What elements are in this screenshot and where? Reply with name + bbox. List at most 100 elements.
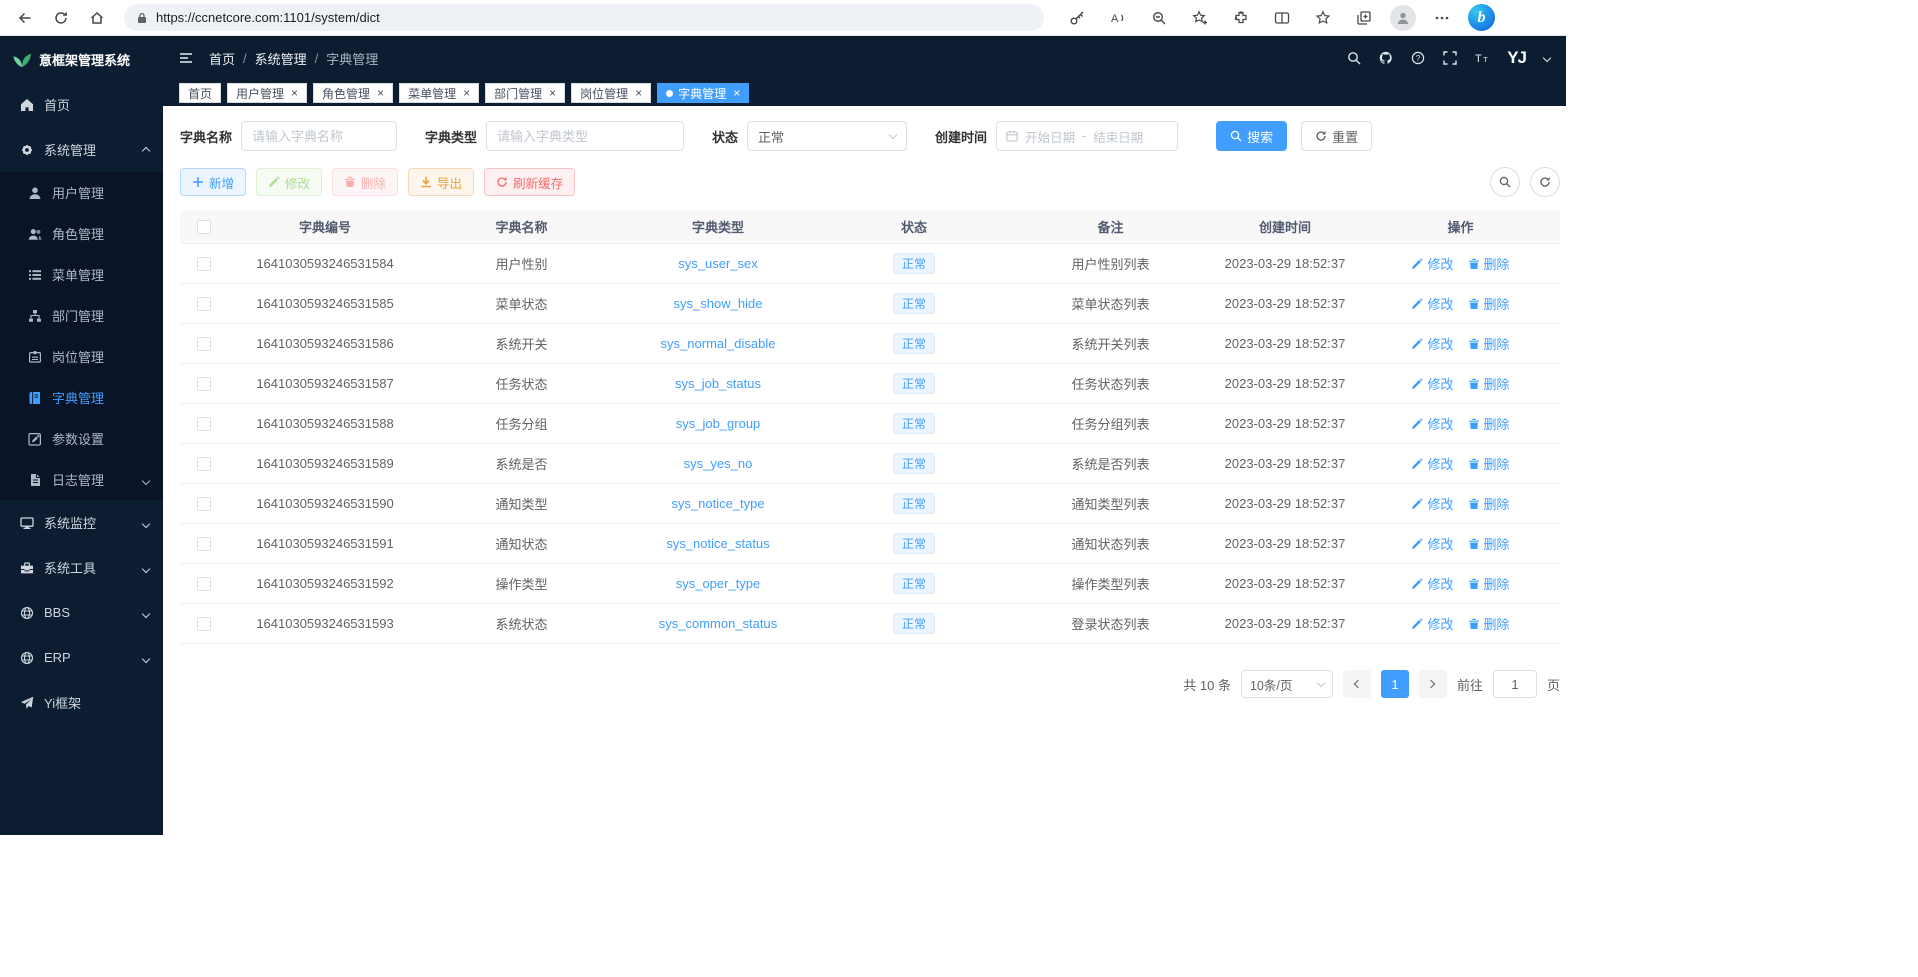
delete-row-button[interactable]: 删除: [1468, 294, 1510, 313]
edit-row-button[interactable]: 修改: [1411, 454, 1453, 473]
edit-row-button[interactable]: 修改: [1411, 294, 1453, 313]
tab-close-icon[interactable]: ×: [635, 87, 642, 99]
tab[interactable]: 角色管理 ×: [313, 83, 393, 103]
row-checkbox[interactable]: [197, 417, 211, 431]
edit-button[interactable]: 修改: [256, 168, 322, 196]
row-checkbox[interactable]: [197, 497, 211, 511]
refresh-cache-button[interactable]: 刷新缓存: [484, 168, 575, 196]
select-all-checkbox[interactable]: [197, 220, 211, 234]
tab[interactable]: 部门管理 ×: [485, 83, 565, 103]
page-size-select[interactable]: 10条/页: [1241, 670, 1333, 698]
dict-type-link[interactable]: sys_job_group: [676, 416, 761, 431]
dict-name-input[interactable]: [241, 121, 397, 151]
copilot-icon[interactable]: b: [1468, 4, 1495, 31]
font-size-icon[interactable]: TT: [1475, 51, 1489, 65]
dict-type-link[interactable]: sys_show_hide: [674, 296, 763, 311]
sidebar-item-role-management[interactable]: 角色管理: [0, 213, 163, 254]
collapse-sidebar-button[interactable]: [179, 51, 193, 65]
tab[interactable]: 用户管理 ×: [227, 83, 307, 103]
delete-row-button[interactable]: 删除: [1468, 374, 1510, 393]
dict-type-link[interactable]: sys_yes_no: [684, 456, 753, 471]
sidebar-item-department-management[interactable]: 部门管理: [0, 295, 163, 336]
dict-type-link[interactable]: sys_notice_status: [666, 536, 769, 551]
dict-type-link[interactable]: sys_job_status: [675, 376, 761, 391]
reset-button[interactable]: 重置: [1301, 121, 1372, 151]
row-checkbox[interactable]: [197, 457, 211, 471]
help-icon[interactable]: ?: [1411, 51, 1425, 65]
tab-close-icon[interactable]: ×: [291, 87, 298, 99]
back-button[interactable]: [10, 3, 40, 33]
delete-row-button[interactable]: 删除: [1468, 614, 1510, 633]
prev-page-button[interactable]: [1343, 670, 1371, 698]
dict-type-input[interactable]: [486, 121, 684, 151]
password-key-icon[interactable]: [1062, 3, 1092, 33]
delete-row-button[interactable]: 删除: [1468, 534, 1510, 553]
row-checkbox[interactable]: [197, 337, 211, 351]
sidebar-item-post-management[interactable]: 岗位管理: [0, 336, 163, 377]
edit-row-button[interactable]: 修改: [1411, 494, 1453, 513]
search-icon[interactable]: [1347, 51, 1361, 65]
sidebar-item-menu-management[interactable]: 菜单管理: [0, 254, 163, 295]
dict-type-link[interactable]: sys_oper_type: [676, 576, 761, 591]
tab-close-icon[interactable]: ×: [549, 87, 556, 99]
search-button[interactable]: 搜索: [1216, 121, 1287, 151]
profile-avatar[interactable]: [1390, 5, 1416, 31]
edit-row-button[interactable]: 修改: [1411, 374, 1453, 393]
date-range-picker[interactable]: 开始日期 - 结束日期: [996, 121, 1178, 151]
add-favorite-icon[interactable]: [1185, 3, 1215, 33]
sidebar-item-erp[interactable]: ERP: [0, 635, 163, 680]
sidebar-item-yi-framework[interactable]: Yi框架: [0, 680, 163, 725]
sidebar-item-system-tools[interactable]: 系统工具: [0, 545, 163, 590]
read-aloud-icon[interactable]: A: [1103, 3, 1133, 33]
delete-button[interactable]: 删除: [332, 168, 398, 196]
row-checkbox[interactable]: [197, 617, 211, 631]
dict-type-link[interactable]: sys_normal_disable: [661, 336, 776, 351]
row-checkbox[interactable]: [197, 297, 211, 311]
more-menu-icon[interactable]: [1427, 3, 1457, 33]
sidebar-item-bbs[interactable]: BBS: [0, 590, 163, 635]
add-button[interactable]: 新增: [180, 168, 246, 196]
sidebar-item-system-management[interactable]: 系统管理: [0, 127, 163, 172]
app-logo[interactable]: 意框架管理系统: [0, 36, 163, 82]
tab[interactable]: 首页: [179, 83, 221, 103]
status-select[interactable]: 正常: [747, 121, 907, 151]
sidebar-item-dict-management[interactable]: 字典管理: [0, 377, 163, 418]
tab-close-icon[interactable]: ×: [377, 87, 384, 99]
next-page-button[interactable]: [1419, 670, 1447, 698]
split-screen-icon[interactable]: [1267, 3, 1297, 33]
chevron-down-icon[interactable]: [1544, 55, 1550, 61]
refresh-button[interactable]: [46, 3, 76, 33]
row-checkbox[interactable]: [197, 537, 211, 551]
favorites-icon[interactable]: [1308, 3, 1338, 33]
user-avatar[interactable]: YJ: [1507, 48, 1526, 68]
extensions-icon[interactable]: [1226, 3, 1256, 33]
dict-type-link[interactable]: sys_notice_type: [671, 496, 764, 511]
delete-row-button[interactable]: 删除: [1468, 494, 1510, 513]
zoom-out-icon[interactable]: [1144, 3, 1174, 33]
edit-row-button[interactable]: 修改: [1411, 614, 1453, 633]
tab[interactable]: 岗位管理 ×: [571, 83, 651, 103]
delete-row-button[interactable]: 删除: [1468, 254, 1510, 273]
tab-close-icon[interactable]: ×: [463, 87, 470, 99]
delete-row-button[interactable]: 删除: [1468, 414, 1510, 433]
row-checkbox[interactable]: [197, 377, 211, 391]
export-button[interactable]: 导出: [408, 168, 474, 196]
sidebar-item-parameter-settings[interactable]: 参数设置: [0, 418, 163, 459]
row-checkbox[interactable]: [197, 577, 211, 591]
address-bar[interactable]: https://ccnetcore.com:1101/system/dict: [124, 4, 1044, 31]
collections-icon[interactable]: [1349, 3, 1379, 33]
edit-row-button[interactable]: 修改: [1411, 254, 1453, 273]
tab[interactable]: 菜单管理 ×: [399, 83, 479, 103]
goto-page-input[interactable]: [1493, 670, 1537, 698]
edit-row-button[interactable]: 修改: [1411, 534, 1453, 553]
breadcrumb-home[interactable]: 首页: [209, 49, 235, 68]
sidebar-item-home[interactable]: 首页: [0, 82, 163, 127]
sidebar-item-log-management[interactable]: 日志管理: [0, 459, 163, 500]
sidebar-item-system-monitor[interactable]: 系统监控: [0, 500, 163, 545]
github-icon[interactable]: [1379, 51, 1393, 65]
dict-type-link[interactable]: sys_user_sex: [678, 256, 757, 271]
edit-row-button[interactable]: 修改: [1411, 414, 1453, 433]
sidebar-item-user-management[interactable]: 用户管理: [0, 172, 163, 213]
edit-row-button[interactable]: 修改: [1411, 574, 1453, 593]
toggle-search-button[interactable]: [1490, 167, 1520, 197]
